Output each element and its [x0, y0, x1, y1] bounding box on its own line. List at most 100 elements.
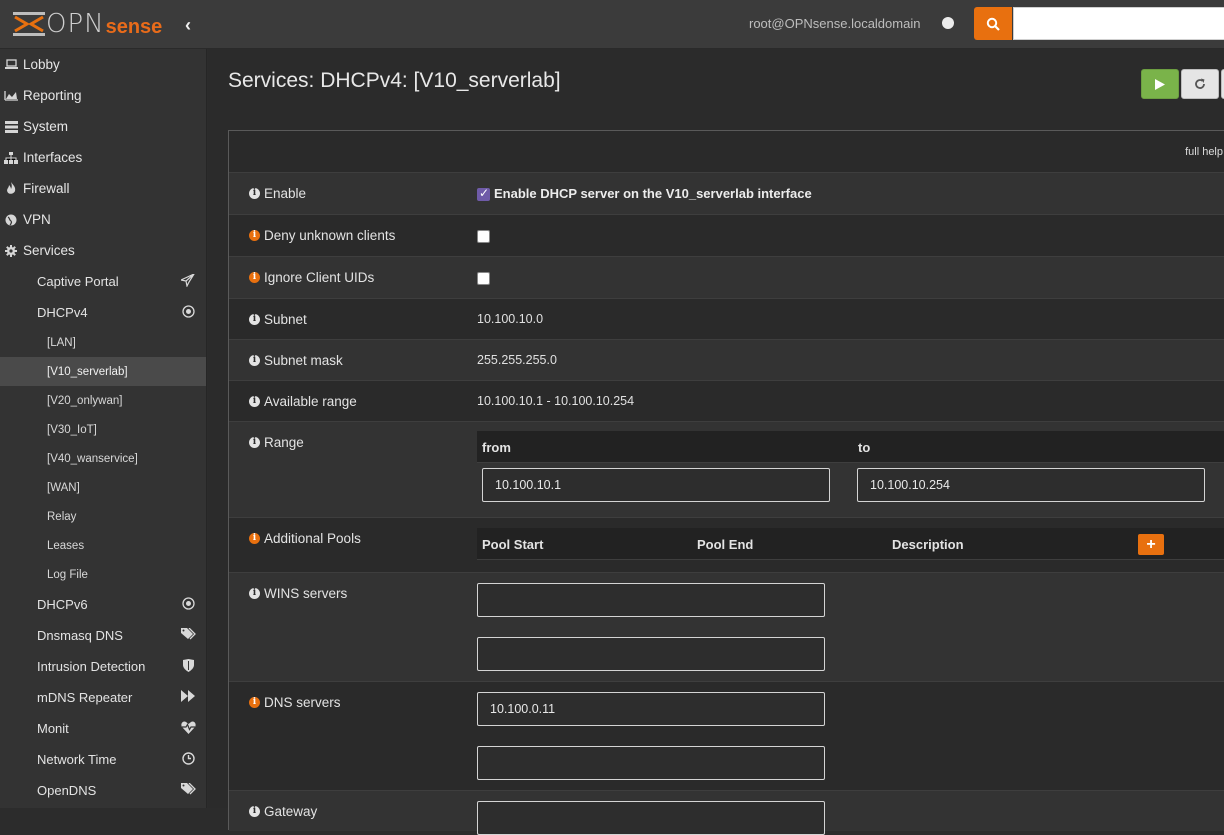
- cog-icon: [0, 244, 22, 257]
- sidebar-item-reporting[interactable]: Reporting: [0, 80, 206, 111]
- available-range-label: i Available range: [249, 394, 357, 409]
- info-icon[interactable]: i: [249, 437, 260, 448]
- range-from-input[interactable]: 10.100.10.1: [482, 468, 830, 502]
- sidebar-item-label: Monit: [37, 721, 69, 736]
- info-icon[interactable]: i: [249, 314, 260, 325]
- info-icon[interactable]: i: [249, 355, 260, 366]
- start-service-button[interactable]: [1141, 69, 1179, 99]
- sidebar-item-vpn[interactable]: VPN: [0, 204, 206, 235]
- tags-icon: [181, 627, 196, 642]
- sidebar-item-interfaces[interactable]: Interfaces: [0, 142, 206, 173]
- sidebar-item-dhcpv6[interactable]: DHCPv6: [0, 589, 206, 620]
- ignore-uids-checkbox[interactable]: [477, 272, 490, 285]
- fire-icon: [0, 182, 22, 195]
- sidebar-item-opendns[interactable]: OpenDNS: [0, 775, 206, 806]
- info-icon[interactable]: i: [249, 272, 260, 283]
- gateway-row: i Gateway: [229, 790, 1224, 835]
- enable-checkbox[interactable]: [477, 186, 490, 201]
- sidebar-item-dhcpv4-log-file[interactable]: Log File: [0, 560, 206, 589]
- user-label[interactable]: root@OPNsense.localdomain: [749, 16, 920, 31]
- gateway-input[interactable]: [477, 801, 825, 835]
- wins-server-2-input[interactable]: [477, 637, 825, 671]
- subnet-mask-label: i Subnet mask: [249, 353, 343, 368]
- deny-unknown-label-text: Deny unknown clients: [264, 228, 396, 243]
- sidebar-item-network-time[interactable]: Network Time: [0, 744, 206, 775]
- logo-mark-icon: [13, 12, 45, 36]
- area-chart-icon: [0, 90, 22, 101]
- enable-checkbox-label: Enable DHCP server on the V10_serverlab …: [494, 186, 812, 201]
- laptop-icon: [0, 59, 22, 70]
- info-icon[interactable]: i: [249, 697, 260, 708]
- sidebar-item-dnsmasq-dns[interactable]: Dnsmasq DNS: [0, 620, 206, 651]
- restart-service-button[interactable]: [1181, 69, 1219, 99]
- enable-row: i Enable Enable DHCP server on the V10_se…: [229, 172, 1224, 214]
- clock-icon: [181, 752, 195, 766]
- sidebar-item-captive-portal[interactable]: Captive Portal: [0, 266, 206, 297]
- info-icon[interactable]: i: [249, 533, 260, 544]
- additional-pools-label: i Additional Pools: [249, 531, 361, 546]
- available-range-row: i Available range 10.100.10.1 - 10.100.10…: [229, 380, 1224, 421]
- sidebar-item-dhcpv4-leases[interactable]: Leases: [0, 531, 206, 560]
- info-icon[interactable]: i: [249, 396, 260, 407]
- wins-server-1-input[interactable]: [477, 583, 825, 617]
- range-table-header: from to: [477, 431, 1224, 463]
- logo-opn-text: OPN: [46, 9, 105, 39]
- info-icon[interactable]: i: [249, 588, 260, 599]
- available-range-value: 10.100.10.1 - 10.100.10.254: [477, 394, 635, 408]
- dns-servers-row: i DNS servers 10.100.0.11: [229, 681, 1224, 790]
- search-input[interactable]: [1013, 7, 1224, 40]
- sidebar-item-intrusion-detection[interactable]: Intrusion Detection: [0, 651, 206, 682]
- sidebar-item-dhcpv4-v40-wanservice[interactable]: [V40_wanservice]: [0, 444, 206, 473]
- sidebar-item-label: Captive Portal: [37, 274, 119, 289]
- wins-servers-label-text: WINS servers: [264, 586, 348, 601]
- sidebar-item-label: OpenDNS: [37, 783, 97, 798]
- info-icon[interactable]: i: [249, 188, 260, 199]
- info-icon[interactable]: i: [249, 230, 260, 241]
- deny-unknown-row: i Deny unknown clients: [229, 214, 1224, 256]
- sidebar-item-monit[interactable]: Monit: [0, 713, 206, 744]
- deny-unknown-label: i Deny unknown clients: [249, 228, 395, 243]
- available-range-label-text: Available range: [264, 394, 357, 409]
- main-content: Services: DHCPv4: [V10_serverlab] full h…: [208, 49, 1224, 835]
- sidebar-item-dhcpv4-v10-serverlab[interactable]: [V10_serverlab]: [0, 357, 206, 386]
- subnet-mask-value: 255.255.255.0: [477, 353, 557, 367]
- dns-server-2-input[interactable]: [477, 746, 825, 780]
- logo-sense-text: sense: [105, 15, 163, 38]
- search-button[interactable]: [974, 7, 1012, 40]
- wins-servers-row: i WINS servers: [229, 572, 1224, 681]
- opnsense-logo[interactable]: OPN sense: [12, 9, 162, 39]
- sidebar-item-dhcpv4-v20-onlywan[interactable]: [V20_onlywan]: [0, 386, 206, 415]
- sidebar-item-services[interactable]: Services: [0, 235, 206, 266]
- sidebar-item-system[interactable]: System: [0, 111, 206, 142]
- range-row: i Range from to 10.100.10.1 10.100.10.254: [229, 421, 1224, 517]
- sidebar-item-label: Firewall: [23, 181, 70, 196]
- sidebar-item-dhcpv4-v30-iot[interactable]: [V30_IoT]: [0, 415, 206, 444]
- sidebar-item-dhcpv4-relay[interactable]: Relay: [0, 502, 206, 531]
- sidebar-item-label: DHCPv4: [37, 305, 88, 320]
- sidebar: Lobby Reporting System Interfaces Firewa…: [0, 49, 207, 808]
- subnet-mask-row: i Subnet mask 255.255.255.0: [229, 339, 1224, 380]
- full-help-toggle[interactable]: full help: [1185, 146, 1223, 158]
- dns-server-1-input[interactable]: 10.100.0.11: [477, 692, 825, 726]
- pool-end-header: Pool End: [697, 537, 754, 552]
- range-from-header: from: [482, 440, 511, 455]
- sidebar-item-mdns-repeater[interactable]: mDNS Repeater: [0, 682, 206, 713]
- status-dot-icon[interactable]: [942, 17, 954, 29]
- sidebar-item-dhcpv4-wan[interactable]: [WAN]: [0, 473, 206, 502]
- sidebar-item-dhcpv4-lan[interactable]: [LAN]: [0, 328, 206, 357]
- range-to-input[interactable]: 10.100.10.254: [857, 468, 1205, 502]
- bullseye-icon: [181, 305, 195, 319]
- range-label: i Range: [249, 435, 304, 450]
- refresh-icon: [1195, 78, 1205, 89]
- sidebar-item-label: mDNS Repeater: [37, 690, 133, 705]
- add-pool-button[interactable]: +: [1138, 534, 1164, 555]
- deny-unknown-checkbox[interactable]: [477, 230, 490, 243]
- additional-pools-row: i Additional Pools Pool Start Pool End De…: [229, 517, 1224, 572]
- chevron-left-icon[interactable]: ‹: [185, 15, 201, 35]
- heartbeat-icon: [181, 721, 196, 735]
- sidebar-item-firewall[interactable]: Firewall: [0, 173, 206, 204]
- sidebar-item-dhcpv4[interactable]: DHCPv4: [0, 297, 206, 328]
- top-bar: OPN sense ‹ root@OPNsense.localdomain: [0, 0, 1224, 49]
- sidebar-item-lobby[interactable]: Lobby: [0, 49, 206, 80]
- range-to-header: to: [858, 440, 871, 455]
